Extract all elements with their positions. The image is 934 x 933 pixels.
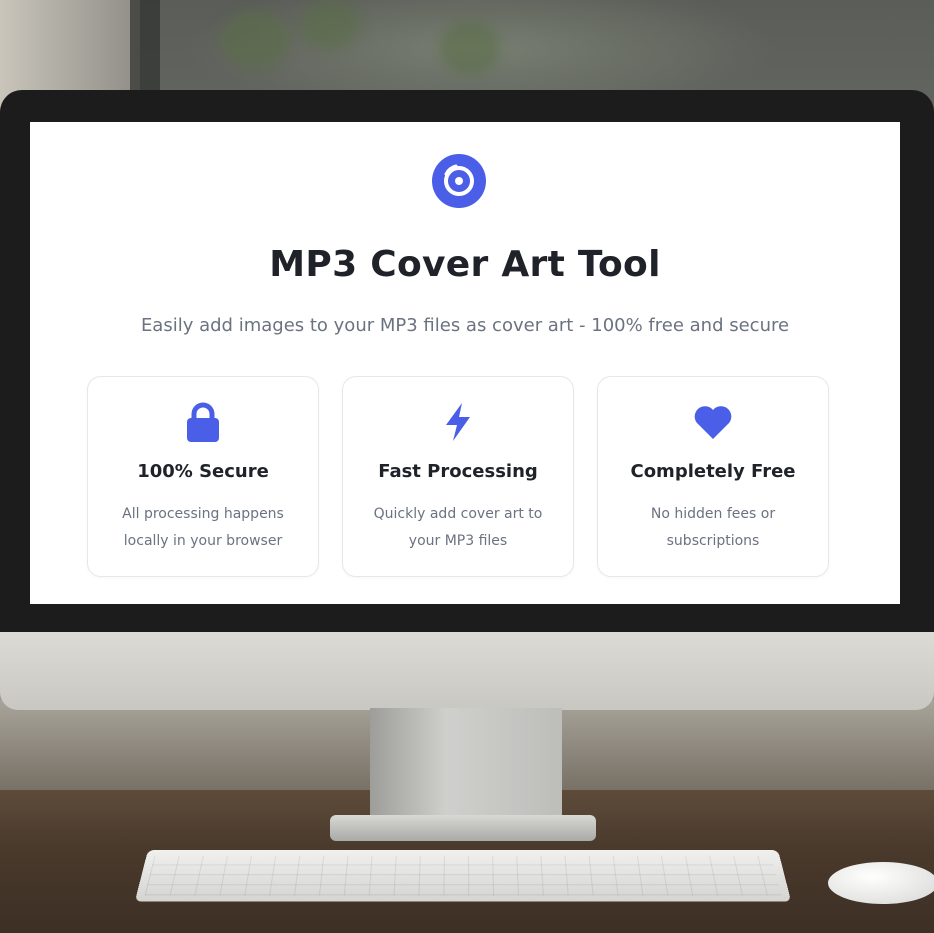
keyboard (134, 850, 792, 902)
background-plant (440, 20, 500, 75)
feature-card-fast: Fast Processing Quickly add cover art to… (342, 376, 574, 577)
monitor-stand (370, 708, 562, 828)
monitor-stand-base (330, 815, 596, 841)
feature-description: No hidden fees or subscriptions (650, 506, 776, 549)
lightning-icon (343, 401, 573, 443)
feature-title: Completely Free (630, 461, 796, 482)
desktop-scene: MP3 Cover Art Tool Easily add images to … (0, 0, 934, 933)
background-window-frame (130, 0, 160, 100)
app-screen: MP3 Cover Art Tool Easily add images to … (30, 122, 900, 604)
lock-icon (88, 401, 318, 443)
feature-card-secure: 100% Secure All processing happens local… (87, 376, 319, 577)
feature-description: Quickly add cover art to your MP3 files (373, 506, 543, 549)
feature-description: All processing happens locally in your b… (122, 506, 284, 549)
heart-icon (598, 401, 828, 443)
page-title: MP3 Cover Art Tool (269, 244, 661, 285)
page-subtitle: Easily add images to your MP3 files as c… (140, 315, 790, 336)
disc-icon (432, 154, 486, 208)
keyboard-keys (144, 855, 782, 896)
feature-card-free: Completely Free No hidden fees or subscr… (597, 376, 829, 577)
mouse (828, 862, 934, 904)
background-plant (220, 10, 290, 70)
monitor-chin (0, 632, 934, 710)
feature-title: Fast Processing (378, 461, 538, 482)
feature-title: 100% Secure (137, 461, 269, 482)
background-plant (300, 0, 360, 50)
